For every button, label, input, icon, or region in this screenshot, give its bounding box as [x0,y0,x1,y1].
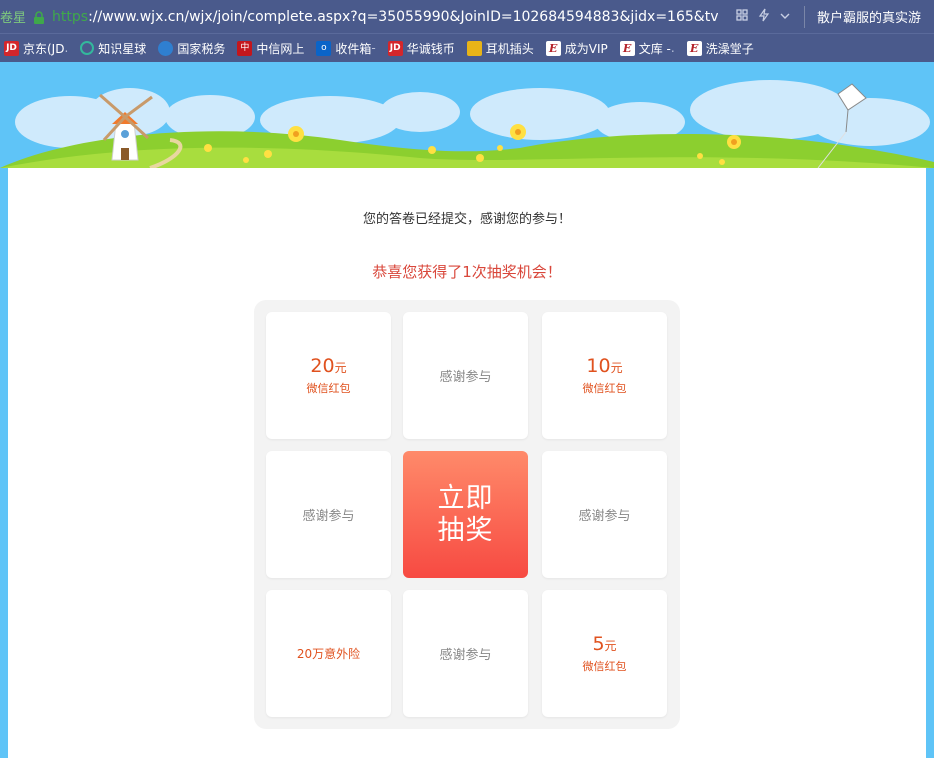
bookmarks-bar: JD 京东(JD. 知识星球 国家税务 中 中信网上 o 收件箱 - JD 华诚… [0,33,934,62]
bookmark-label: 京东(JD [23,41,65,56]
divider [804,5,806,28]
bookmark-earphone[interactable]: 耳机插头 [466,40,534,57]
thanks-label: 感谢参与 [439,648,492,663]
bookmark-label: 耳机插头 [485,41,534,56]
bookmark-label: 中信网上 [256,41,305,56]
thanks-label: 感谢参与 [578,509,631,524]
colorful-icon [466,40,482,56]
prize-type: 微信红包 [582,660,627,673]
thanks-label: 感谢参与 [439,370,492,385]
bookmark-label: 华诚钱币 [406,41,455,56]
e-icon: E [619,40,635,56]
prize-cell-thanks: 感谢参与 [266,451,391,578]
outlook-icon: o [316,40,332,56]
tab-title-fragment: 卷星 [0,11,27,26]
bookmark-label: 国家税务 [177,41,226,56]
prize-amount: 10元 [586,355,623,377]
address-bar[interactable]: 卷星 https://www.wjx.cn/wjx/join/complete.… [0,0,934,33]
bookmark-citic[interactable]: 中 中信网上 [237,40,304,57]
prize-cell-thanks: 感谢参与 [403,312,528,439]
bookmark-label: 知识星球 [98,41,147,56]
draw-lottery-button[interactable]: 立即抽奖 [403,451,528,578]
citic-icon: 中 [237,40,253,56]
insurance-label: 20万意外险 [296,647,361,661]
prize-cell-thanks: 感谢参与 [403,590,528,717]
prize-type: 微信红包 [582,382,627,395]
e-icon: E [686,40,702,56]
prize-cell-insurance: 20万意外险 [266,590,391,717]
completion-card: 您的答卷已经提交，感谢您的参与！ 恭喜您获得了1次抽奖机会！ 20元 微信红包 … [8,168,926,758]
submission-thanks-text: 您的答卷已经提交，感谢您的参与！ [362,212,571,227]
bookmark-label: 洗澡堂子 [705,41,754,56]
search-suggestion[interactable]: 散户霸服的真实游 [817,7,921,26]
jd-icon: JD [4,40,19,56]
prize-cell-thanks: 感谢参与 [542,451,667,578]
thanks-label: 感谢参与 [302,509,355,524]
prize-type: 微信红包 [306,382,351,395]
bookmark-coins[interactable]: JD 华诚钱币 [387,40,455,57]
bookmark-vip[interactable]: E 成为VIP [545,40,608,57]
bookmark-bath[interactable]: E 洗澡堂子 [686,40,754,57]
draw-button-label: 立即抽奖 [437,482,494,546]
bookmark-inbox[interactable]: o 收件箱 - [316,40,376,57]
banner-scenery [0,62,934,168]
prize-amount: 5元 [592,633,617,655]
bookmark-label: 收件箱 [335,41,372,56]
lottery-congrats-text: 恭喜您获得了1次抽奖机会！ [372,263,562,281]
url-path: ://www.wjx.cn/wjx/join/complete.aspx?q=3… [88,8,719,25]
bookmark-label: 文库 - [638,41,671,56]
prize-cell-5-yuan: 5元 微信红包 [542,590,667,717]
url-text[interactable]: https://www.wjx.cn/wjx/join/complete.asp… [52,9,718,25]
e-icon: E [545,40,561,56]
circle-icon [80,41,95,55]
lottery-grid: 20元 微信红包 感谢参与 10元 微信红包 感谢参与 立即抽奖 感谢参与 20… [254,300,680,729]
bookmark-zsxq[interactable]: 知识星球 [80,40,146,57]
tax-bureau-icon [158,40,174,56]
jd-icon: JD [387,40,403,56]
grid-icon[interactable] [736,8,748,25]
bookmark-tax[interactable]: 国家税务 [158,40,225,57]
prize-amount: 20元 [310,355,347,377]
lock-icon [32,10,46,24]
chevron-down-icon[interactable] [780,9,790,24]
bookmark-label: 成为VIP [564,41,608,56]
prize-cell-20-yuan: 20元 微信红包 [266,312,391,439]
bookmark-wenku[interactable]: E 文库 - . [619,40,675,57]
lightning-icon[interactable] [758,8,770,26]
url-scheme: https [52,8,89,25]
bookmark-jd[interactable]: JD 京东(JD. [4,40,68,57]
landscape-illustration [0,80,934,168]
prize-cell-10-yuan: 10元 微信红包 [542,312,667,439]
